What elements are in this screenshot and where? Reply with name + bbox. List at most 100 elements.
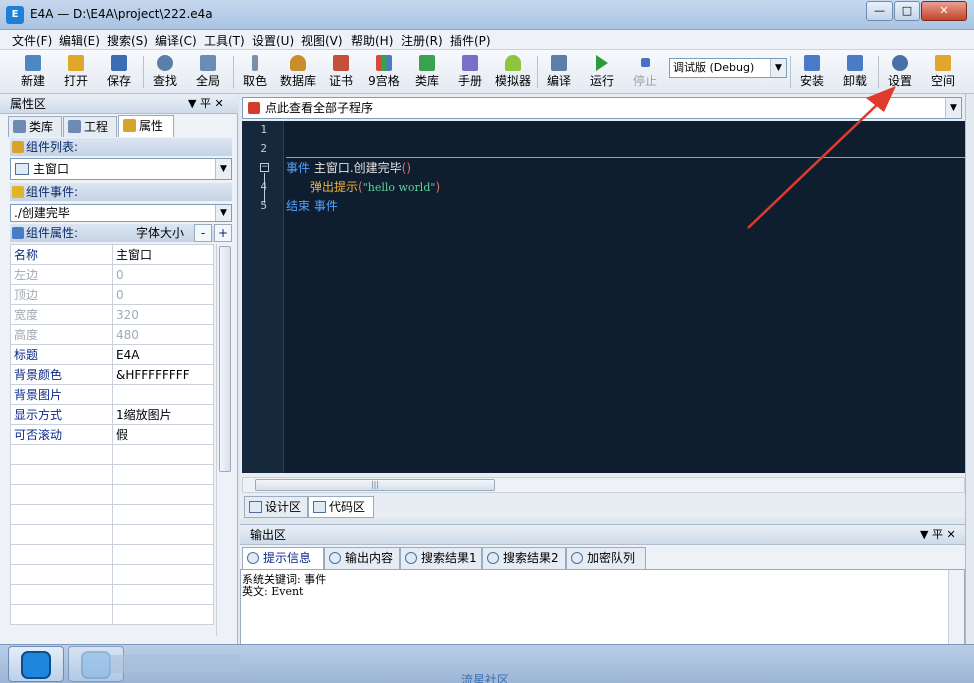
output-panel-header: 输出区 ▼ 平 ✕: [240, 525, 965, 545]
subroutine-select[interactable]: 点此查看全部子程序 ▼: [242, 97, 962, 119]
table-row[interactable]: 背景颜色 &HFFFFFFFF: [10, 364, 214, 385]
scrollbar-thumb[interactable]: |||: [255, 479, 495, 491]
menu-view[interactable]: 视图(V): [301, 32, 343, 49]
output-text-area[interactable]: 系统关键词: 事件 英文: Event: [240, 569, 965, 645]
workspace-button[interactable]: 空间: [922, 53, 964, 91]
info-icon: [247, 552, 259, 564]
run-button[interactable]: 运行: [581, 53, 623, 91]
subroutine-icon: [248, 102, 260, 114]
fold-toggle-icon[interactable]: −: [260, 163, 269, 172]
table-row[interactable]: 宽度 320: [10, 304, 214, 325]
right-dock-strip: [965, 94, 974, 644]
tab-hint-info[interactable]: 提示信息: [242, 547, 324, 569]
scrollbar-thumb[interactable]: [219, 246, 231, 472]
table-row[interactable]: 标题 E4A: [10, 344, 214, 365]
maximize-button[interactable]: □: [894, 1, 920, 21]
menu-compile[interactable]: 编译(C): [155, 32, 197, 49]
certificate-button[interactable]: 证书: [320, 53, 362, 91]
property-key: 名称: [10, 244, 113, 265]
component-list-label: 组件列表:: [10, 138, 232, 156]
property-value[interactable]: 320: [112, 304, 214, 325]
table-row[interactable]: 顶边 0: [10, 284, 214, 305]
table-row[interactable]: 背景图片: [10, 384, 214, 405]
menu-settings[interactable]: 设置(U): [252, 32, 294, 49]
compile-button[interactable]: 编译: [538, 53, 580, 91]
table-row[interactable]: 显示方式 1缩放图片: [10, 404, 214, 425]
menu-plugins[interactable]: 插件(P): [450, 32, 491, 49]
install-button[interactable]: 安装: [791, 53, 833, 91]
property-value[interactable]: 0: [112, 264, 214, 285]
editor-hscrollbar[interactable]: |||: [242, 477, 965, 493]
tab-library[interactable]: 类库: [8, 116, 62, 137]
find-button[interactable]: 查找: [144, 53, 186, 91]
global-button[interactable]: 全局: [187, 53, 229, 91]
menu-file[interactable]: 文件(F): [12, 32, 52, 49]
save-button[interactable]: 保存: [98, 53, 140, 91]
property-value[interactable]: E4A: [112, 344, 214, 365]
panel-pin-controls[interactable]: ▼ 平 ✕: [920, 525, 956, 545]
property-value: [112, 504, 214, 525]
uninstall-button[interactable]: 卸载: [834, 53, 876, 91]
menu-edit[interactable]: 编辑(E): [59, 32, 100, 49]
menu-help[interactable]: 帮助(H): [351, 32, 393, 49]
tab-design[interactable]: 设计区: [244, 496, 308, 518]
property-value[interactable]: 主窗口: [112, 244, 214, 265]
tab-project[interactable]: 工程: [63, 116, 117, 137]
manual-button[interactable]: 手册: [449, 53, 491, 91]
library-button[interactable]: 类库: [406, 53, 448, 91]
close-button[interactable]: ✕: [921, 1, 967, 21]
tab-encrypt-queue[interactable]: 加密队列: [566, 547, 646, 569]
search-icon: [487, 552, 499, 564]
property-value[interactable]: [112, 384, 214, 405]
property-value[interactable]: &HFFFFFFFF: [112, 364, 214, 385]
property-value: [112, 444, 214, 465]
font-increase-button[interactable]: +: [214, 224, 232, 242]
code-editor[interactable]: 1 2 3 4 5 − 事件 主窗口.创建完毕() 弹出提示("hello wo…: [242, 121, 965, 473]
settings-button[interactable]: 设置: [879, 53, 921, 91]
code-line-5: 结束 事件: [286, 199, 338, 213]
property-value: [112, 604, 214, 625]
menu-tools[interactable]: 工具(T): [204, 32, 245, 49]
tab-code[interactable]: 代码区: [308, 496, 374, 518]
table-row[interactable]: 可否滚动假: [10, 424, 214, 445]
property-value[interactable]: 假: [112, 424, 214, 445]
property-value[interactable]: 1缩放图片: [112, 404, 214, 425]
minimize-button[interactable]: —: [866, 1, 893, 21]
color-picker-button[interactable]: 取色: [234, 53, 276, 91]
output-scrollbar[interactable]: [948, 570, 964, 644]
table-row: [10, 564, 214, 585]
property-key: [10, 604, 113, 625]
tab-properties[interactable]: 属性: [118, 115, 174, 137]
tab-output-content[interactable]: 输出内容: [324, 547, 400, 569]
tab-search-result-2[interactable]: 搜索结果2: [482, 547, 566, 569]
title-bar: E E4A — D:\E4A\project\222.e4a — □ ✕: [0, 0, 974, 30]
editor-area: 点此查看全部子程序▼ 1 2 3 4 5 − 事件 主窗口.创建完毕() 弹出提…: [240, 94, 965, 518]
new-button[interactable]: 新建: [12, 53, 54, 91]
install-icon: [804, 55, 820, 71]
open-button[interactable]: 打开: [55, 53, 97, 91]
taskbar-e4a-button[interactable]: [8, 646, 64, 682]
component-event-select[interactable]: ./创建完毕 ▼: [10, 204, 232, 222]
property-value[interactable]: 480: [112, 324, 214, 345]
emulator-button[interactable]: 模拟器: [492, 53, 534, 91]
property-key: [10, 524, 113, 545]
panel-pin-controls[interactable]: ▼ 平 ✕: [188, 94, 224, 114]
nine-grid-button[interactable]: 9宫格: [363, 53, 405, 91]
component-list-select[interactable]: 主窗口 ▼: [10, 158, 232, 180]
menu-search[interactable]: 搜索(S): [107, 32, 148, 49]
table-row[interactable]: 左边 0: [10, 264, 214, 285]
table-row[interactable]: 高度 480: [10, 324, 214, 345]
font-decrease-button[interactable]: -: [194, 224, 212, 242]
android-icon: [505, 55, 521, 71]
global-icon: [200, 55, 216, 71]
build-mode-select[interactable]: 调试版 (Debug) ▼: [669, 58, 787, 78]
properties-tab-icon: [123, 119, 136, 132]
search-icon: [157, 55, 173, 71]
property-value[interactable]: 0: [112, 284, 214, 305]
tab-search-result-1[interactable]: 搜索结果1: [400, 547, 482, 569]
database-button[interactable]: 数据库: [277, 53, 319, 91]
table-row[interactable]: 名称 主窗口: [10, 244, 214, 265]
stop-button[interactable]: 停止: [624, 53, 666, 91]
menu-register[interactable]: 注册(R): [401, 32, 443, 49]
property-scrollbar[interactable]: [216, 244, 232, 636]
